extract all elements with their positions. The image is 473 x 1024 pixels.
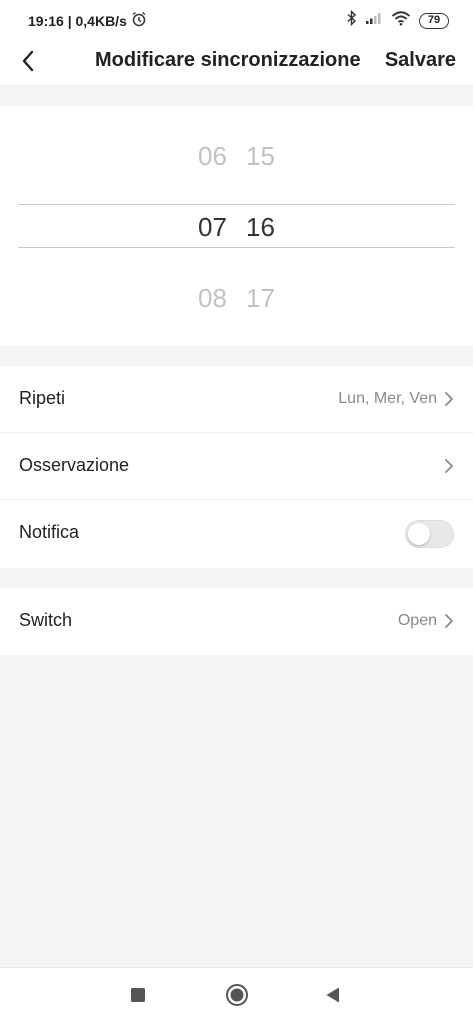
chevron-left-icon: [21, 50, 35, 77]
note-label: Osservazione: [19, 455, 130, 475]
back-nav-button[interactable]: [320, 984, 346, 1010]
time-picker[interactable]: 06 15 07 16 08 17: [0, 106, 473, 346]
save-button[interactable]: Salvare: [385, 49, 456, 72]
note-row[interactable]: Osservazione: [0, 433, 473, 500]
bluetooth-icon: [347, 9, 357, 31]
status-right: 79: [347, 9, 449, 31]
page-title: Modificare sincronizzazione: [95, 49, 361, 71]
back-icon: [324, 986, 342, 1009]
switch-row[interactable]: Switch Open: [0, 588, 473, 655]
settings-group: Ripeti Lun, Mer, Ven Osservazione Notifi…: [0, 366, 473, 568]
status-time-speed: 19:16 | 0,4KB/s: [28, 12, 127, 29]
picker-minute-previous[interactable]: 15: [245, 141, 277, 172]
battery-icon: 79: [419, 12, 449, 29]
status-bar: 19:16 | 0,4KB/s 79: [0, 0, 473, 40]
signal-icon: [365, 11, 383, 30]
switch-group: Switch Open: [0, 588, 473, 655]
picker-hour-next[interactable]: 08: [197, 283, 229, 314]
alarm-icon: [131, 11, 147, 30]
recent-apps-button[interactable]: [125, 984, 151, 1010]
switch-value: Open: [397, 612, 437, 629]
picker-row-next: 08 17: [0, 276, 473, 320]
notification-toggle[interactable]: [405, 520, 454, 548]
chevron-right-icon: [443, 389, 455, 409]
notification-row: Notifica: [0, 500, 473, 567]
header: Modificare sincronizzazione Salvare: [0, 40, 473, 86]
picker-minute-next[interactable]: 17: [245, 283, 277, 314]
picker-hour-previous[interactable]: 06: [197, 141, 229, 172]
repeat-value: Lun, Mer, Ven: [338, 390, 437, 407]
status-left: 19:16 | 0,4KB/s: [28, 11, 147, 30]
wifi-icon: [391, 10, 411, 31]
picker-divider-bottom: [18, 247, 455, 248]
navigation-bar: [0, 967, 473, 1024]
switch-label: Switch: [19, 610, 73, 630]
notification-label: Notifica: [19, 522, 80, 542]
chevron-right-icon: [443, 456, 455, 476]
chevron-right-icon: [443, 611, 455, 631]
picker-hour-selected[interactable]: 07: [197, 212, 229, 243]
picker-row-previous: 06 15: [0, 134, 473, 178]
home-button[interactable]: [224, 983, 250, 1012]
picker-minute-selected[interactable]: 16: [245, 212, 277, 243]
picker-row-selected: 07 16: [0, 205, 473, 249]
back-button[interactable]: [12, 47, 44, 79]
repeat-label: Ripeti: [19, 388, 66, 408]
recent-apps-icon: [130, 987, 146, 1008]
repeat-row[interactable]: Ripeti Lun, Mer, Ven: [0, 366, 473, 433]
toggle-knob: [408, 523, 430, 545]
home-icon: [225, 983, 249, 1012]
